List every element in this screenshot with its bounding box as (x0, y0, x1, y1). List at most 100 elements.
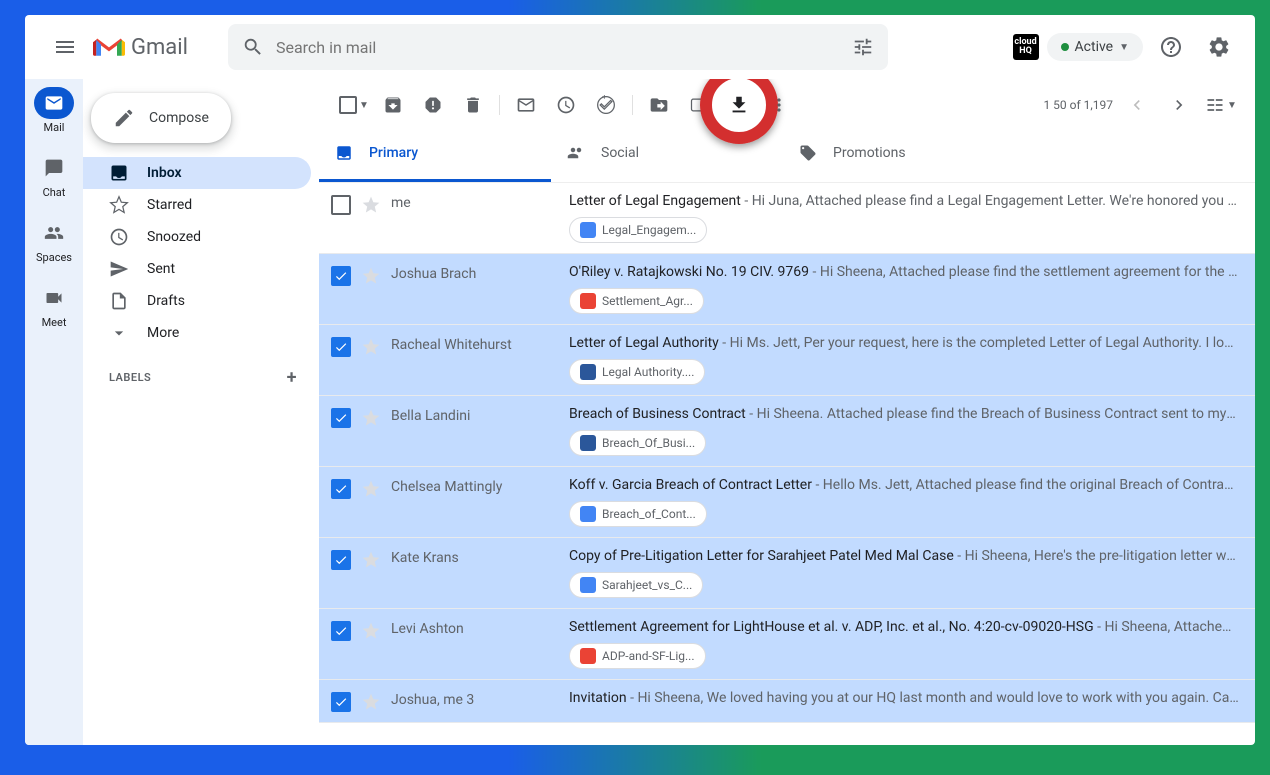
compose-button[interactable]: Compose (91, 93, 231, 143)
attachment-chip[interactable]: Legal_Engagem... (569, 217, 707, 243)
add-task-button[interactable] (586, 85, 626, 125)
separator (499, 95, 500, 115)
rail-mail-label: Mail (44, 121, 65, 134)
add-label-icon[interactable]: + (287, 367, 297, 388)
row-checkbox[interactable] (331, 195, 351, 215)
message-row[interactable]: meLetter of Legal Engagement - Hi Juna, … (319, 183, 1255, 254)
nav-snoozed[interactable]: Snoozed (83, 221, 311, 253)
tab-primary[interactable]: Primary (319, 127, 551, 182)
attachment-chip[interactable]: Breach_of_Cont... (569, 501, 707, 527)
message-row[interactable]: Chelsea MattinglyKoff v. Garcia Breach o… (319, 467, 1255, 538)
save-to-drive-button[interactable] (719, 85, 759, 125)
prev-page-button[interactable] (1119, 87, 1155, 123)
snippet: - Hi Sheena, We loved having you at our … (627, 690, 1239, 706)
snippet: - Hi Ms. Jett, Per your request, here is… (719, 335, 1239, 351)
people-icon (567, 144, 585, 162)
attachment-chip[interactable]: Sarahjeet_vs_C... (569, 572, 703, 598)
attachment-chip[interactable]: Legal Authority.... (569, 359, 705, 385)
tab-primary-label: Primary (369, 145, 418, 161)
toggle-split-button[interactable]: ▼ (1203, 87, 1239, 123)
move-to-button[interactable] (639, 85, 679, 125)
row-checkbox[interactable] (331, 479, 351, 499)
delete-button[interactable] (453, 85, 493, 125)
cloudhq-badge[interactable]: cloudHQ (1013, 34, 1039, 60)
nav-more[interactable]: More (83, 317, 311, 349)
nav-inbox[interactable]: Inbox (83, 157, 311, 189)
star-icon[interactable] (361, 550, 381, 570)
message-content: O'Riley v. Ratajkowski No. 19 CIV. 9769 … (569, 264, 1239, 314)
attachment-chip[interactable]: ADP-and-SF-Lig... (569, 643, 706, 669)
logo[interactable]: Gmail (93, 35, 188, 60)
row-checkbox[interactable] (331, 692, 351, 712)
spaces-icon (34, 217, 74, 249)
subject: Letter of Legal Engagement (569, 193, 741, 209)
attachment-name: ADP-and-SF-Lig... (602, 649, 695, 663)
labels-button[interactable] (679, 85, 719, 125)
file-icon (109, 291, 129, 311)
word-file-icon (580, 435, 596, 451)
mail-icon (34, 87, 74, 119)
category-tabs: Primary Social Promotions (319, 127, 1255, 183)
message-row[interactable]: Levi AshtonSettlement Agreement for Ligh… (319, 609, 1255, 680)
next-page-button[interactable] (1161, 87, 1197, 123)
search-icon[interactable] (242, 36, 264, 58)
tab-social[interactable]: Social (551, 127, 783, 182)
rail-spaces[interactable]: Spaces (34, 217, 74, 264)
sender: Levi Ashton (391, 619, 559, 637)
subject: Koff v. Garcia Breach of Contract Letter (569, 477, 812, 493)
star-icon[interactable] (361, 195, 381, 215)
more-button[interactable] (759, 85, 799, 125)
compose-label: Compose (149, 110, 209, 126)
row-checkbox[interactable] (331, 337, 351, 357)
main-menu-icon[interactable] (41, 23, 89, 71)
rail-mail[interactable]: Mail (34, 87, 74, 134)
settings-icon[interactable] (1199, 27, 1239, 67)
star-icon[interactable] (361, 266, 381, 286)
rail-meet[interactable]: Meet (34, 282, 74, 329)
star-icon[interactable] (361, 479, 381, 499)
report-spam-button[interactable] (413, 85, 453, 125)
mark-unread-button[interactable] (506, 85, 546, 125)
message-row[interactable]: Racheal WhitehurstLetter of Legal Author… (319, 325, 1255, 396)
attachment-chip[interactable]: Settlement_Agr... (569, 288, 704, 314)
search-options-icon[interactable] (852, 36, 874, 58)
subject: Invitation (569, 690, 627, 706)
status-dot-icon (1061, 43, 1069, 51)
message-list: meLetter of Legal Engagement - Hi Juna, … (319, 183, 1255, 745)
message-row[interactable]: Kate KransCopy of Pre-Litigation Letter … (319, 538, 1255, 609)
nav-drafts[interactable]: Drafts (83, 285, 311, 317)
attachment-name: Breach_Of_Busi... (602, 436, 695, 450)
help-icon[interactable] (1151, 27, 1191, 67)
snippet: - Hi Sheena, Here's the pre-litigation l… (954, 548, 1239, 564)
row-checkbox[interactable] (331, 408, 351, 428)
message-row[interactable]: Bella LandiniBreach of Business Contract… (319, 396, 1255, 467)
archive-button[interactable] (373, 85, 413, 125)
snooze-button[interactable] (546, 85, 586, 125)
select-all-checkbox[interactable]: ▼ (335, 85, 373, 125)
message-row[interactable]: Joshua, me 3Invitation - Hi Sheena, We l… (319, 680, 1255, 723)
star-icon[interactable] (361, 408, 381, 428)
status-pill[interactable]: Active ▼ (1047, 33, 1143, 61)
star-icon[interactable] (361, 692, 381, 712)
tab-promotions-label: Promotions (833, 145, 906, 161)
search-input[interactable] (276, 38, 852, 57)
attachment-chip[interactable]: Breach_Of_Busi... (569, 430, 706, 456)
star-icon[interactable] (361, 621, 381, 641)
chevron-down-icon[interactable]: ▼ (359, 100, 369, 111)
nav-sent[interactable]: Sent (83, 253, 311, 285)
search-bar[interactable] (228, 24, 888, 70)
row-checkbox[interactable] (331, 550, 351, 570)
main-panel: ▼ 1 50 of 1,197 (319, 79, 1255, 745)
star-icon[interactable] (361, 337, 381, 357)
pdf-file-icon (580, 648, 596, 664)
message-row[interactable]: Joshua BrachO'Riley v. Ratajkowski No. 1… (319, 254, 1255, 325)
message-content: Invitation - Hi Sheena, We loved having … (569, 690, 1239, 706)
row-checkbox[interactable] (331, 266, 351, 286)
message-content: Copy of Pre-Litigation Letter for Sarahj… (569, 548, 1239, 598)
rail-chat[interactable]: Chat (34, 152, 74, 199)
row-checkbox[interactable] (331, 621, 351, 641)
nav-starred[interactable]: Starred (83, 189, 311, 221)
pencil-icon (113, 107, 135, 129)
doc-file-icon (580, 577, 596, 593)
tab-promotions[interactable]: Promotions (783, 127, 1015, 182)
